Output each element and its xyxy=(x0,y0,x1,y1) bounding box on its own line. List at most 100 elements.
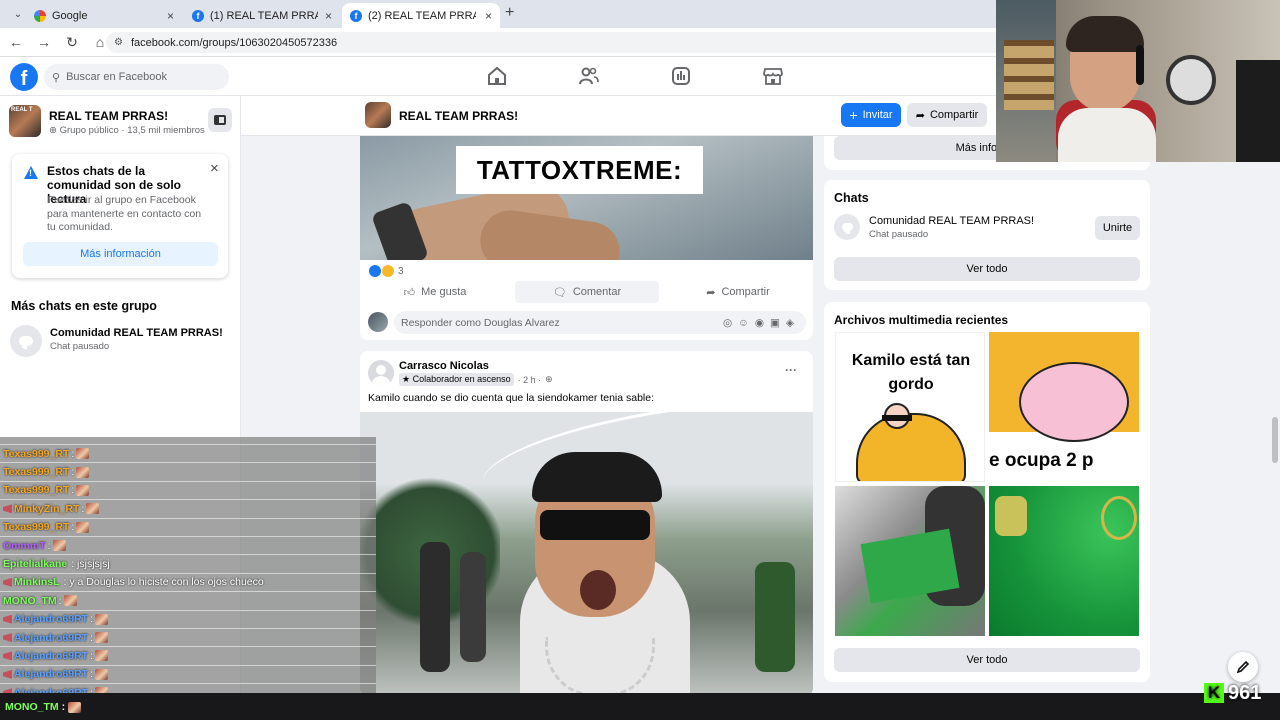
search-input[interactable]: ⚲ Buscar en Facebook xyxy=(44,64,229,90)
share-button[interactable]: ➦ Compartir xyxy=(663,281,813,303)
group-header[interactable]: REAL T REAL TEAM PRRAS! ⊕ Grupo público … xyxy=(9,105,234,139)
thumbs-up-icon: 👍︎ xyxy=(403,286,416,299)
avatar[interactable] xyxy=(368,360,394,386)
prime-badge-icon xyxy=(3,669,12,679)
back-icon[interactable]: ← xyxy=(4,30,28,54)
facebook-icon: f xyxy=(192,9,204,22)
chat-username[interactable]: Texas999_RT xyxy=(3,521,69,533)
community-chat-item[interactable]: Comunidad REAL TEAM PRRAS! Chat pausado xyxy=(10,324,230,358)
more-info-button[interactable]: Más información xyxy=(23,242,218,266)
chat-username[interactable]: Alejandro69RT xyxy=(14,632,88,644)
site-info-icon[interactable]: ⚙ xyxy=(114,37,123,48)
post-card: TATTOXTREME: 3 👍︎ Me gusta 🗨︎ Comentar ➦ Co… xyxy=(360,136,813,340)
invite-button[interactable]: + Invitar xyxy=(841,103,901,127)
chat-username[interactable]: MONO_TM xyxy=(3,595,57,607)
globe-icon: ⊕ xyxy=(545,374,553,384)
chat-username[interactable]: Texas999_RT xyxy=(3,448,69,460)
facebook-icon: f xyxy=(350,9,362,22)
close-tab-icon[interactable]: × xyxy=(325,9,332,23)
stream-chat-overlay: Texas999_RT : Texas999_RT : Texas999_RT :M… xyxy=(0,437,376,693)
home-icon[interactable] xyxy=(486,66,508,86)
plus-icon: + xyxy=(849,107,858,123)
read-only-notice: Estos chats de la comunidad son de solo … xyxy=(12,154,228,278)
chat-line: Alejandro69RT : xyxy=(0,647,376,666)
group-meta: ⊕ Grupo público · 13,5 mil miembros xyxy=(49,125,205,136)
viewer-counter: K 961 xyxy=(1204,680,1261,706)
like-button[interactable]: 👍︎ Me gusta xyxy=(360,281,510,303)
emote-icon xyxy=(76,448,90,460)
more-chats-title: Más chats en este grupo xyxy=(11,299,157,313)
chats-title: Chats xyxy=(834,191,869,205)
group-title[interactable]: REAL TEAM PRRAS! xyxy=(399,109,518,123)
forward-icon[interactable]: → xyxy=(32,30,56,54)
post-video[interactable] xyxy=(360,412,813,696)
search-icon: ⚲ xyxy=(52,71,61,84)
chat-username[interactable]: Epitelialkane xyxy=(3,558,67,570)
emote-icon xyxy=(76,484,90,496)
new-tab-button[interactable]: + xyxy=(505,4,514,22)
close-icon[interactable]: × xyxy=(210,160,219,177)
chat-username[interactable]: MinkinsL xyxy=(14,576,60,588)
more-options-icon[interactable]: ··· xyxy=(785,363,797,377)
share-icon: ➦ xyxy=(915,109,925,122)
webcam-overlay xyxy=(996,0,1280,162)
collapse-sidebar-icon[interactable] xyxy=(208,108,232,132)
chat-name[interactable]: Comunidad REAL TEAM PRRAS! xyxy=(869,215,1034,227)
share-group-button[interactable]: ➦ Compartir xyxy=(907,103,987,127)
post-card: Carrasco Nicolas ★ Colaborador en ascens… xyxy=(360,351,813,696)
address-bar[interactable]: ⚙ facebook.com/groups/1063020450572336 xyxy=(106,32,1006,53)
media-title: Archivos multimedia recientes xyxy=(834,313,1009,327)
see-all-media-button[interactable]: Ver todo xyxy=(834,648,1140,672)
tab-facebook-1[interactable]: f (1) REAL TEAM PRRAS! | Facebo × xyxy=(184,3,340,28)
media-thumbnail[interactable] xyxy=(835,486,985,636)
chat-username[interactable]: Texas999_RT xyxy=(3,466,69,478)
reply-input[interactable]: Responder como Douglas Alvarez ◎☺◉▣◈ xyxy=(394,311,806,334)
chat-line: Texas999_RT : xyxy=(0,519,376,537)
chat-username[interactable]: Texas999_RT xyxy=(3,484,69,496)
see-all-chats-button[interactable]: Ver todo xyxy=(834,257,1140,281)
media-thumbnail[interactable]: e ocupa 2 p xyxy=(989,332,1139,482)
emote-icon xyxy=(95,613,109,625)
emote-icon xyxy=(76,466,90,478)
media-thumbnail[interactable] xyxy=(989,486,1139,636)
chat-line-partial xyxy=(0,437,376,445)
chat-username[interactable]: MinkyZin_RT xyxy=(14,503,79,515)
post-meta: ★ Colaborador en ascenso · 2 h · ⊕ xyxy=(399,373,553,386)
emote-icon xyxy=(95,632,109,644)
chat-username[interactable]: OmmmT xyxy=(3,540,46,552)
facebook-logo-icon[interactable]: f xyxy=(10,63,38,91)
image-caption: TATTOXTREME: xyxy=(456,146,703,194)
video-icon[interactable] xyxy=(670,66,692,86)
emote-icon xyxy=(52,540,66,552)
notice-body: Puedes ir al grupo en Facebook para mant… xyxy=(47,194,202,233)
comment-button[interactable]: 🗨︎ Comentar xyxy=(515,281,659,303)
post-author[interactable]: Carrasco Nicolas xyxy=(399,360,489,372)
reload-icon[interactable]: ↻ xyxy=(60,30,84,54)
reactions[interactable]: 3 xyxy=(369,265,404,277)
new-message-icon[interactable] xyxy=(1228,652,1258,682)
tab-google[interactable]: Google × xyxy=(26,3,182,28)
prime-badge-icon xyxy=(3,614,12,624)
chat-username[interactable]: Alejandro69RT xyxy=(14,668,88,680)
chat-line: MONO_TM : xyxy=(0,592,376,611)
friends-icon[interactable] xyxy=(578,66,600,86)
chat-line: Alejandro69RT : xyxy=(0,611,376,629)
emote-icon xyxy=(86,503,100,515)
tab-facebook-2[interactable]: f (2) REAL TEAM PRRAS! | Facebo × xyxy=(342,3,500,28)
chat-bubble-icon xyxy=(834,214,860,240)
emote-icon xyxy=(76,521,90,533)
join-button[interactable]: Unirte xyxy=(1095,216,1140,240)
close-tab-icon[interactable]: × xyxy=(485,9,492,23)
close-tab-icon[interactable]: × xyxy=(167,9,174,23)
scrollbar[interactable] xyxy=(1272,417,1278,463)
marketplace-icon[interactable] xyxy=(762,66,784,86)
chat-username[interactable]: Alejandro69RT xyxy=(14,613,88,625)
prime-badge-icon xyxy=(3,633,12,643)
chat-username[interactable]: Alejandro69RT xyxy=(14,650,88,662)
media-thumbnail[interactable]: Kamilo está tan gordo xyxy=(835,332,985,482)
chat-line: Texas999_RT : xyxy=(0,445,376,464)
post-image[interactable]: TATTOXTREME: xyxy=(360,136,813,260)
star-icon: ★ xyxy=(402,374,413,384)
viewer-count: 961 xyxy=(1228,681,1262,704)
emote-icon xyxy=(95,668,109,680)
